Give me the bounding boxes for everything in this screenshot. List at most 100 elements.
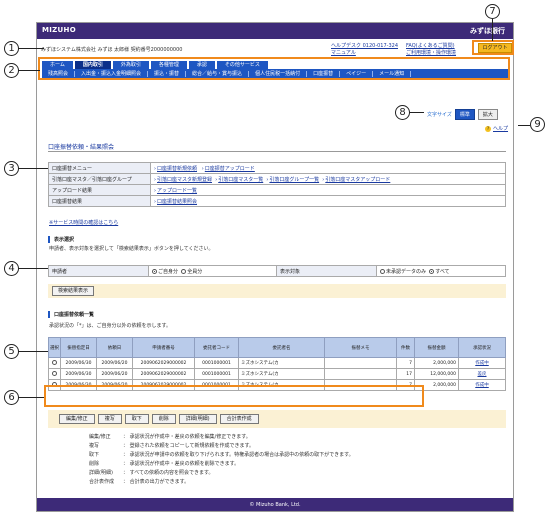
search-results-button[interactable]: 検索結果表示 — [52, 286, 95, 296]
request-table: 選択 振替指定日 依頼日 申請者番号 委託者コード 委託者名 振替メモ 件数 振… — [48, 337, 506, 391]
help-icon: ? — [485, 125, 491, 132]
leader-line — [18, 48, 44, 49]
new-debit-request-link[interactable]: 口座振替新規依頼 — [157, 166, 197, 172]
legend-text: ： 承認状況が作成中・差戻の依頼を削除できます。 — [123, 461, 240, 467]
legend-key: 詳細(明細) — [89, 470, 113, 476]
target-options: 未承認データのみ すべて — [376, 265, 506, 277]
bank-window: MIZUHO みずほ銀行 みずほシステム株式会社 みずほ 太郎様 契約番号200… — [36, 22, 514, 512]
legend-text: ： 承認状況が申請中の依頼を取り下げられます。特権承認者の場合は承認中の依頼の取… — [123, 452, 354, 458]
title-divider — [48, 151, 506, 152]
cell-applicant-no: 2009062029000002 — [132, 357, 195, 369]
service-hours-link[interactable]: ※サービス時間の確認はこちら — [49, 219, 118, 226]
col-debit-date: 振替指定日 — [60, 337, 97, 358]
applicant-self-radio[interactable] — [152, 268, 157, 274]
callout-6: 6 — [4, 390, 19, 405]
legend-row: 複写 ： 登録された依頼をコピーして新規依頼を作成できます。 — [89, 442, 354, 451]
legend-row: 合計表作成 ： 合計表の出力ができます。 — [89, 478, 354, 487]
debit-result-link[interactable]: 口座振替結果照会 — [157, 199, 197, 205]
callout-9: 9 — [530, 117, 545, 132]
legend-key: 編集/修正 — [89, 434, 111, 440]
nav-highlight — [38, 57, 510, 80]
leader-line — [18, 70, 40, 71]
delete-button[interactable]: 削除 — [151, 414, 176, 424]
callout-8: 8 — [395, 105, 410, 120]
legend-text: ： 登録された依頼をコピーして新規依頼を作成できます。 — [123, 443, 254, 449]
text-size-standard-button[interactable]: 標準 — [454, 109, 475, 120]
action-legend: 編集/修正 ： 承認状況が作成中・差戻の依頼を編集/修正できます。 複写 ： 登録さ… — [89, 433, 354, 487]
cell-status: 差戻 — [458, 368, 506, 380]
account-group-list-link[interactable]: 引落口座グループ一覧 — [269, 177, 319, 183]
target-label: 表示対象 — [276, 265, 377, 277]
detail-button[interactable]: 詳細(明細) — [178, 414, 217, 424]
status-link[interactable]: 作成中 — [475, 383, 489, 388]
user-info: みずほシステム株式会社 みずほ 太郎様 契約番号2000000000 — [41, 47, 183, 53]
col-memo: 振替メモ — [324, 337, 397, 358]
top-brand-bar: MIZUHO みずほ銀行 — [37, 23, 513, 39]
table-row: 2009/06/30 2009/06/20 2009062029000002 0… — [48, 357, 506, 369]
legend-key: 複写 — [89, 443, 100, 449]
arrow-icon: › — [322, 176, 325, 183]
cell-status: 作成中 — [458, 357, 506, 369]
request-section-desc: 承認状況の「*」は、ご自身分以外の依頼を示します。 — [49, 323, 172, 329]
target-all-radio[interactable] — [429, 268, 435, 274]
help-link[interactable]: ヘルプ — [493, 125, 508, 132]
menu-row: アップロード結果 ›アップロード一覧 — [48, 184, 506, 196]
menu-row-links: ›アップロード一覧 — [150, 184, 506, 196]
cell-memo — [324, 357, 397, 369]
menu-table: 口座振替メニュー ›口座振替新規依頼 ›口座振替アップロード 引落口座マスタ／引… — [48, 162, 506, 207]
manual-link[interactable]: マニュアル — [331, 50, 398, 57]
applicant-options: ご自身分 全員分 — [148, 265, 277, 277]
copy-button[interactable]: 複写 — [97, 414, 122, 424]
legend-text: ： すべての依頼の内容を照会できます。 — [123, 470, 214, 476]
applicant-label: 申請者 — [48, 265, 149, 277]
col-count: 件数 — [396, 337, 415, 358]
cell-debit-date: 2009/06/30 — [60, 357, 97, 369]
leader-line — [409, 112, 424, 113]
col-amount: 振替金額 — [414, 337, 459, 358]
leader-line — [18, 351, 48, 352]
edit-button[interactable]: 編集/修正 — [59, 414, 95, 424]
row-select-radio[interactable] — [51, 360, 57, 365]
account-master-register-link[interactable]: 引落口座マスタ新規登録 — [157, 177, 212, 183]
account-master-upload-link[interactable]: 引落口座マスタアップロード — [325, 177, 390, 183]
leader-line — [492, 19, 493, 41]
cell-consignor-name: ミズホシステム(カ — [238, 357, 325, 369]
logout-highlight — [472, 40, 514, 55]
filter-section-desc: 申請者、表示対象を選択して「検索結果表示」ボタンを押してください。 — [49, 246, 214, 252]
col-consignor-code: 委託者コード — [194, 337, 239, 358]
menu-row-links: ›口座振替結果照会 — [150, 195, 506, 207]
target-unapproved-radio[interactable] — [380, 268, 385, 274]
row-select — [48, 357, 61, 369]
callout-5: 5 — [4, 344, 19, 359]
row-select-radio[interactable] — [51, 371, 57, 376]
filter-section-title: 表示選択 — [48, 236, 74, 243]
status-link[interactable]: 作成中 — [475, 361, 489, 366]
summary-button[interactable]: 合計表作成 — [219, 414, 259, 424]
brand-logo: MIZUHO — [42, 26, 76, 34]
menu-row-head: アップロード結果 — [48, 184, 151, 196]
cell-consignor-name: ミズホシステム(カ — [238, 368, 325, 380]
cell-amount: 2,000,000 — [414, 357, 459, 369]
upload-list-link[interactable]: アップロード一覧 — [157, 188, 197, 194]
menu-row: 引落口座マスタ／引落口座グループ ›引落口座マスタ新規登録 ›引落口座マスター覧… — [48, 173, 506, 185]
applicant-self-label: ご自身分 — [158, 268, 179, 275]
withdraw-button[interactable]: 取下 — [124, 414, 149, 424]
menu-row-head: 口座振替メニュー — [48, 162, 151, 174]
cell-count: 17 — [396, 368, 415, 380]
account-master-list-link[interactable]: 引落口座マスター覧 — [218, 177, 263, 183]
col-applicant-no: 申請者番号 — [132, 337, 195, 358]
helpdesk-link[interactable]: ヘルプデスク 0120-017-324 — [331, 43, 398, 50]
status-link[interactable]: 差戻 — [478, 372, 487, 377]
debit-upload-link[interactable]: 口座振替アップロード — [205, 166, 255, 172]
text-size-large-button[interactable]: 拡大 — [477, 109, 498, 120]
actions-highlight — [44, 385, 424, 407]
legend-row: 詳細(明細) ： すべての依頼の内容を照会できます。 — [89, 469, 354, 478]
menu-row-links: ›口座振替新規依頼 ›口座振替アップロード — [150, 162, 506, 174]
applicant-all-radio[interactable] — [181, 268, 187, 274]
menu-row: 口座振替メニュー ›口座振替新規依頼 ›口座振替アップロード — [48, 162, 506, 174]
faq-link[interactable]: FAQ(よくあるご質問) — [406, 43, 456, 50]
leader-line — [18, 168, 48, 169]
cell-consignor-code: 0001000001 — [194, 368, 239, 380]
table-row: 2009/06/30 2009/06/20 2009062029000002 0… — [48, 368, 506, 380]
environment-link[interactable]: ご利用環境・操作環境 — [406, 50, 456, 57]
